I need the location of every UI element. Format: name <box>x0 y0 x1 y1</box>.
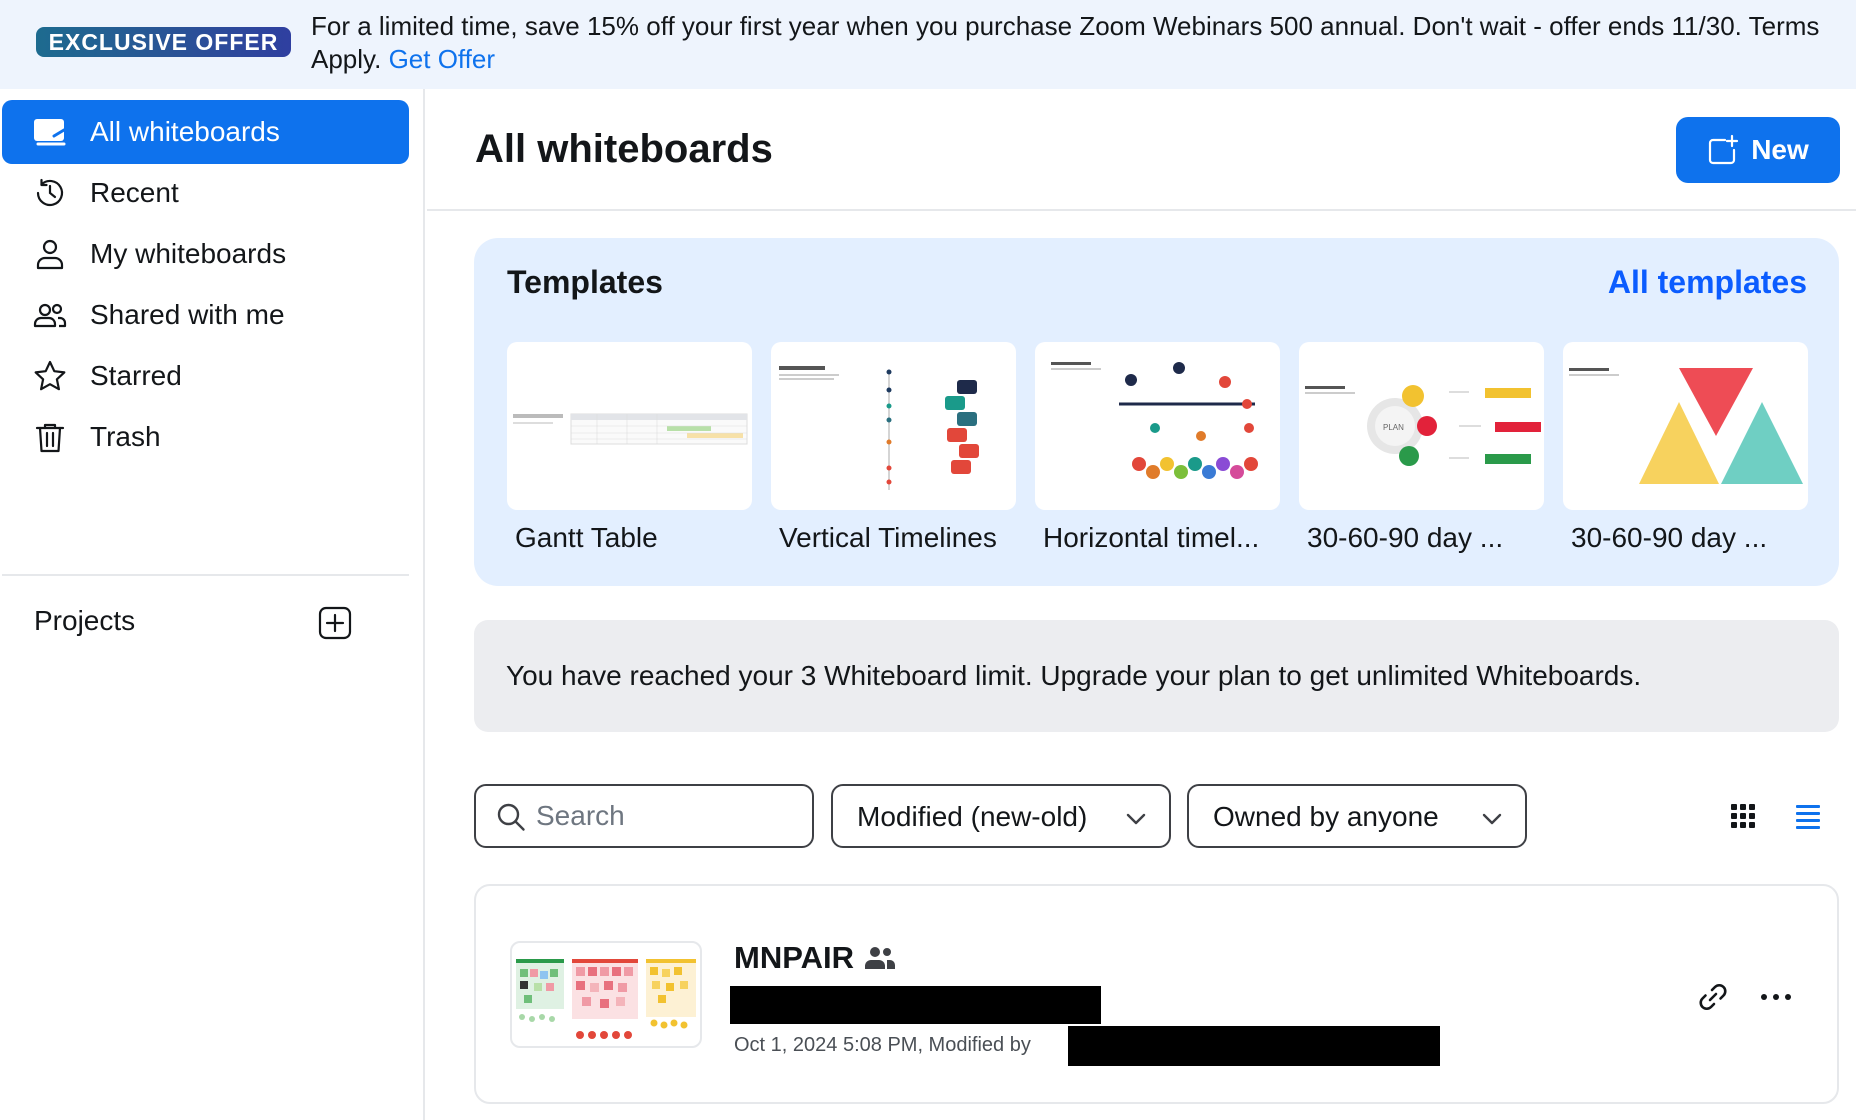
whiteboard-title: MNPAIR <box>734 940 896 976</box>
sidebar-item-label: Trash <box>90 421 161 452</box>
template-card-horizontal-timelines[interactable]: Horizontal timel... <box>1035 342 1280 554</box>
chevron-down-icon <box>1482 813 1502 825</box>
page-header: All whiteboards New <box>427 89 1856 211</box>
new-board-icon <box>1709 134 1739 165</box>
template-card-30-60-90-triangles[interactable]: 30-60-90 day ... <box>1563 342 1808 554</box>
more-options-icon[interactable] <box>1758 980 1794 1014</box>
all-templates-link[interactable]: All templates <box>1608 264 1807 301</box>
template-name: Horizontal timel... <box>1043 522 1260 553</box>
template-thumbnail <box>507 342 752 510</box>
redacted-block <box>730 986 1101 1024</box>
copy-link-icon[interactable] <box>1696 980 1730 1014</box>
template-name: 30-60-90 day ... <box>1307 522 1504 553</box>
sort-dropdown-value: Modified (new-old) <box>857 801 1088 832</box>
sidebar-item-label: All whiteboards <box>90 116 280 147</box>
list-view-icon[interactable] <box>1795 803 1821 829</box>
exclusive-offer-badge: EXCLUSIVE OFFER <box>36 27 291 57</box>
people-icon <box>32 299 68 331</box>
sidebar-item-starred[interactable]: Starred <box>2 344 409 408</box>
sidebar-item-trash[interactable]: Trash <box>2 405 409 469</box>
sort-dropdown[interactable]: Modified (new-old) <box>831 784 1171 848</box>
banner-message: For a limited time, save 15% off your fi… <box>311 10 1841 76</box>
projects-heading: Projects <box>34 605 136 636</box>
template-thumbnail <box>771 342 1016 510</box>
chevron-down-icon <box>1126 813 1146 825</box>
person-icon <box>32 238 68 270</box>
sidebar-item-label: My whiteboards <box>90 238 287 269</box>
template-thumbnail: PLAN <box>1299 342 1544 510</box>
owner-dropdown[interactable]: Owned by anyone <box>1187 784 1527 848</box>
search-icon <box>497 803 525 831</box>
grid-view-icon[interactable] <box>1730 803 1756 829</box>
template-card-gantt-table[interactable]: Gantt Table <box>507 342 752 554</box>
search-input[interactable] <box>536 798 796 834</box>
svg-text:PLAN: PLAN <box>1383 423 1404 432</box>
template-card-30-60-90-plan[interactable]: PLAN 30-60-90 day ... <box>1299 342 1544 554</box>
whiteboard-title-text: MNPAIR <box>734 940 854 975</box>
new-button-label: New <box>1751 134 1809 165</box>
whiteboard-limit-notice: You have reached your 3 Whiteboard limit… <box>474 620 1839 732</box>
whiteboard-icon <box>32 116 68 148</box>
template-thumbnail <box>1563 342 1808 510</box>
whiteboard-thumbnail <box>510 941 702 1048</box>
page-title: All whiteboards <box>475 127 773 171</box>
template-card-vertical-timelines[interactable]: Vertical Timelines <box>771 342 1016 554</box>
clock-icon <box>32 177 68 209</box>
banner-message-text: For a limited time, save 15% off your fi… <box>311 11 1820 74</box>
shared-people-icon <box>864 947 895 969</box>
search-box[interactable] <box>474 784 814 848</box>
owner-dropdown-value: Owned by anyone <box>1213 801 1439 832</box>
sidebar: All whiteboards Recent My whiteboards Sh… <box>0 89 425 1120</box>
whiteboard-modified-info: Oct 1, 2024 5:08 PM, Modified by <box>734 1034 1031 1056</box>
sidebar-item-label: Shared with me <box>90 299 285 330</box>
sidebar-item-my-whiteboards[interactable]: My whiteboards <box>2 222 409 286</box>
add-project-icon[interactable] <box>318 606 352 640</box>
template-name: 30-60-90 day ... <box>1571 522 1768 553</box>
star-icon <box>32 360 68 392</box>
templates-panel: Templates All templates Gantt Table Vert… <box>474 238 1839 586</box>
template-name: Vertical Timelines <box>779 522 997 553</box>
sidebar-item-shared-with-me[interactable]: Shared with me <box>2 283 409 347</box>
template-thumbnail <box>1035 342 1280 510</box>
sidebar-item-recent[interactable]: Recent <box>2 161 409 225</box>
whiteboard-row[interactable]: MNPAIR Oct 1, 2024 5:08 PM, Modified by <box>474 884 1839 1104</box>
sidebar-item-label: Recent <box>90 177 179 208</box>
templates-title: Templates <box>507 264 663 300</box>
trash-icon <box>32 421 68 453</box>
promo-banner: EXCLUSIVE OFFER For a limited time, save… <box>0 0 1856 89</box>
sidebar-item-all-whiteboards[interactable]: All whiteboards <box>2 100 409 164</box>
new-whiteboard-button[interactable]: New <box>1676 117 1840 183</box>
sidebar-divider <box>2 574 409 576</box>
sidebar-item-label: Starred <box>90 360 182 391</box>
template-name: Gantt Table <box>515 522 658 553</box>
get-offer-link[interactable]: Get Offer <box>389 44 495 74</box>
redacted-block <box>1068 1026 1440 1066</box>
